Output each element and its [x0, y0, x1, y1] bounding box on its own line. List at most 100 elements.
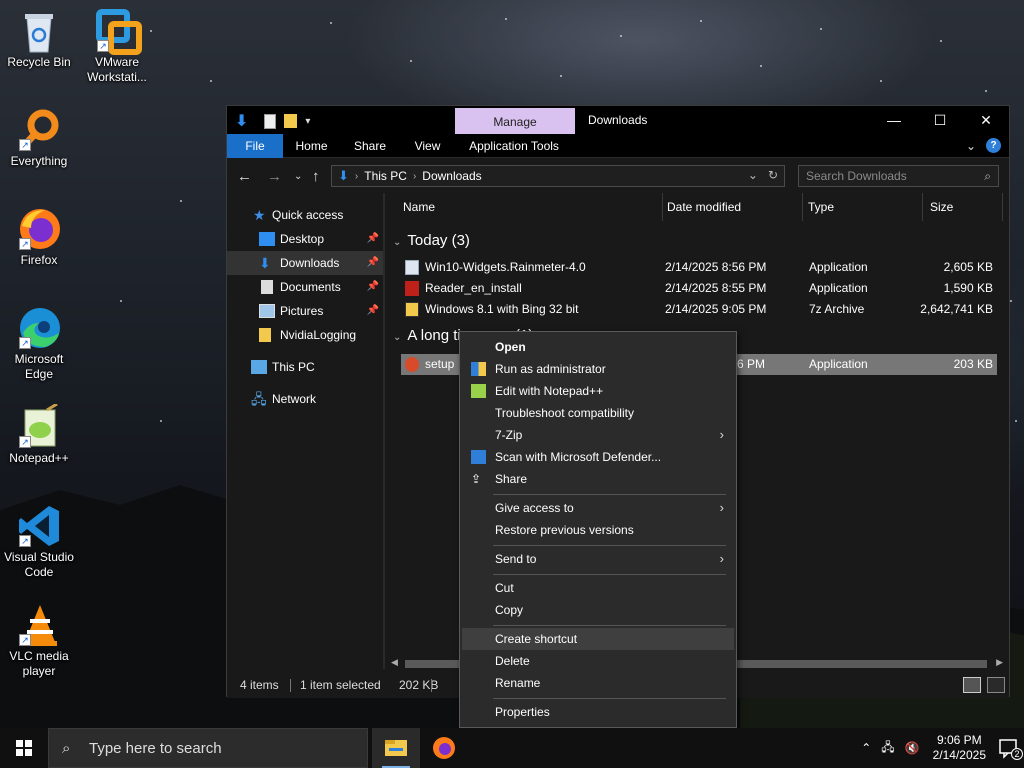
properties-icon[interactable]	[264, 113, 277, 129]
file-type: Application	[809, 281, 868, 295]
menu-item-cut[interactable]: Cut	[462, 577, 734, 599]
large-icons-view-icon[interactable]	[987, 677, 1005, 693]
help-icon[interactable]: ?	[986, 138, 1001, 153]
menu-label: Troubleshoot compatibility	[495, 406, 634, 420]
desktop-icon-firefox[interactable]: ↗ Firefox	[1, 206, 77, 268]
recent-locations-icon[interactable]: ⌄	[294, 171, 302, 182]
group-header-today[interactable]: ⌄ Today (3)	[393, 232, 470, 249]
tab-manage[interactable]: Manage	[455, 108, 575, 136]
menu-item-rename[interactable]: Rename	[462, 672, 734, 694]
nav-item-network[interactable]: 🖧 Network	[227, 387, 383, 411]
menu-item-copy[interactable]: Copy	[462, 599, 734, 621]
tab-view[interactable]: View	[405, 134, 450, 158]
column-header-size[interactable]: Size	[923, 193, 1003, 221]
desktop-icon-vmware[interactable]: ↗ VMware Workstati...	[79, 8, 155, 85]
menu-item-run-as-admin[interactable]: Run as administrator	[462, 358, 734, 380]
nav-item-downloads[interactable]: ⬇ Downloads 📌	[227, 251, 383, 275]
desktop-icon-everything[interactable]: ↗ Everything	[1, 107, 77, 169]
refresh-icon[interactable]: ↻	[768, 168, 778, 182]
search-input[interactable]: Search Downloads ⌕	[798, 165, 999, 187]
clock[interactable]: 9:06 PM 2/14/2025	[933, 733, 986, 763]
file-row[interactable]: Reader_en_install 2/14/2025 8:55 PM Appl…	[401, 278, 997, 299]
up-icon[interactable]: ↑	[312, 168, 320, 185]
column-header-type[interactable]: Type	[803, 193, 923, 221]
volume-muted-icon[interactable]: 🔇	[905, 741, 920, 755]
breadcrumb-downloads[interactable]: Downloads	[422, 169, 481, 183]
nav-item-desktop[interactable]: Desktop 📌	[227, 227, 383, 251]
desktop-icon-recycle-bin[interactable]: Recycle Bin	[1, 8, 77, 70]
show-hidden-icons-icon[interactable]: ⌃	[861, 741, 871, 755]
file-size: 203 KB	[953, 357, 993, 371]
menu-item-give-access[interactable]: Give access to ›	[462, 497, 734, 519]
menu-label: Open	[495, 340, 526, 354]
nav-item-this-pc[interactable]: This PC	[227, 355, 383, 379]
tab-file[interactable]: File	[227, 134, 283, 158]
close-icon[interactable]: ✕	[963, 106, 1009, 134]
file-row[interactable]: Win10-Widgets.Rainmeter-4.0 2/14/2025 8:…	[401, 257, 997, 278]
menu-item-troubleshoot[interactable]: Troubleshoot compatibility	[462, 402, 734, 424]
maximize-icon[interactable]: ☐	[917, 106, 963, 134]
menu-item-restore-versions[interactable]: Restore previous versions	[462, 519, 734, 541]
forward-icon[interactable]: →	[267, 168, 282, 185]
notification-center-icon[interactable]: 2	[994, 728, 1024, 768]
address-history-icon[interactable]: ⌄	[748, 168, 758, 182]
taskbar-firefox[interactable]	[420, 728, 468, 768]
taskbar-search-input[interactable]: ⌕ Type here to search	[48, 728, 368, 768]
minimize-icon[interactable]: —	[871, 106, 917, 134]
tab-share[interactable]: Share	[345, 134, 395, 158]
taskbar-file-explorer[interactable]	[372, 728, 420, 768]
menu-item-send-to[interactable]: Send to ›	[462, 548, 734, 570]
menu-item-edit-notepadpp[interactable]: Edit with Notepad++	[462, 380, 734, 402]
nav-item-nvidialogging[interactable]: NvidiaLogging	[227, 323, 383, 347]
downloads-folder-icon: ⬇	[338, 168, 349, 183]
new-folder-icon[interactable]	[284, 114, 298, 128]
column-header-name[interactable]: Name	[403, 193, 663, 221]
expand-ribbon-icon[interactable]: ⌄	[966, 139, 976, 153]
pin-icon: 📌	[366, 305, 379, 316]
back-icon[interactable]: ←	[237, 168, 252, 185]
shortcut-arrow-icon: ↗	[19, 238, 31, 250]
system-tray: ⌃ 🖧 🔇 9:06 PM 2/14/2025 2	[856, 728, 1024, 768]
nav-item-documents[interactable]: Documents 📌	[227, 275, 383, 299]
shortcut-arrow-icon: ↗	[97, 40, 109, 52]
desktop-icon-edge[interactable]: ↗ Microsoft Edge	[1, 305, 77, 382]
down-arrow-icon[interactable]: ⬇	[235, 111, 248, 131]
customize-qat-icon[interactable]: ▾	[305, 116, 310, 127]
menu-item-share[interactable]: ⇪ Share	[462, 468, 734, 490]
menu-item-7zip[interactable]: 7-Zip ›	[462, 424, 734, 446]
details-view-icon[interactable]	[963, 677, 981, 693]
tab-home[interactable]: Home	[289, 134, 334, 158]
defender-shield-icon	[471, 450, 486, 464]
menu-item-delete[interactable]: Delete	[462, 650, 734, 672]
desktop-icon-vscode[interactable]: ↗ Visual Studio Code	[1, 503, 77, 580]
nav-label: Quick access	[272, 208, 344, 222]
menu-item-open[interactable]: Open	[462, 336, 734, 358]
file-row[interactable]: Windows 8.1 with Bing 32 bit 2/14/2025 9…	[401, 299, 997, 320]
network-tray-icon[interactable]: 🖧	[881, 738, 894, 759]
nav-item-pictures[interactable]: Pictures 📌	[227, 299, 383, 323]
submenu-arrow-icon: ›	[719, 551, 724, 566]
menu-item-create-shortcut[interactable]: Create shortcut	[462, 628, 734, 650]
file-type: 7z Archive	[809, 302, 865, 316]
nav-item-quick-access[interactable]: ★ Quick access	[227, 203, 383, 227]
file-type: Application	[809, 260, 868, 274]
start-button[interactable]	[0, 728, 48, 768]
title-bar[interactable]: ⬇ ▾ Manage Downloads — ☐ ✕	[227, 106, 1009, 136]
menu-separator	[493, 545, 726, 546]
desktop-icon-notepadpp[interactable]: ↗ Notepad++	[1, 402, 77, 466]
submenu-arrow-icon: ›	[719, 427, 724, 442]
address-bar[interactable]: ⬇ › This PC › Downloads ⌄ ↻	[331, 165, 785, 187]
shortcut-arrow-icon: ↗	[19, 634, 31, 646]
menu-item-properties[interactable]: Properties	[462, 701, 734, 723]
scroll-left-icon[interactable]: ◀	[391, 657, 398, 668]
scroll-right-icon[interactable]: ▶	[996, 657, 1003, 668]
desktop-icon-vlc[interactable]: ↗ VLC media player	[1, 602, 77, 679]
context-menu: Open Run as administrator Edit with Note…	[459, 331, 737, 728]
breadcrumb-this-pc[interactable]: This PC	[364, 169, 407, 183]
tab-application-tools[interactable]: Application Tools	[459, 134, 569, 158]
network-icon: 🖧	[251, 391, 267, 407]
vmware-icon: ↗	[95, 8, 142, 55]
menu-item-defender-scan[interactable]: Scan with Microsoft Defender...	[462, 446, 734, 468]
adobe-reader-icon	[405, 281, 419, 296]
column-header-date[interactable]: Date modified	[663, 193, 803, 221]
